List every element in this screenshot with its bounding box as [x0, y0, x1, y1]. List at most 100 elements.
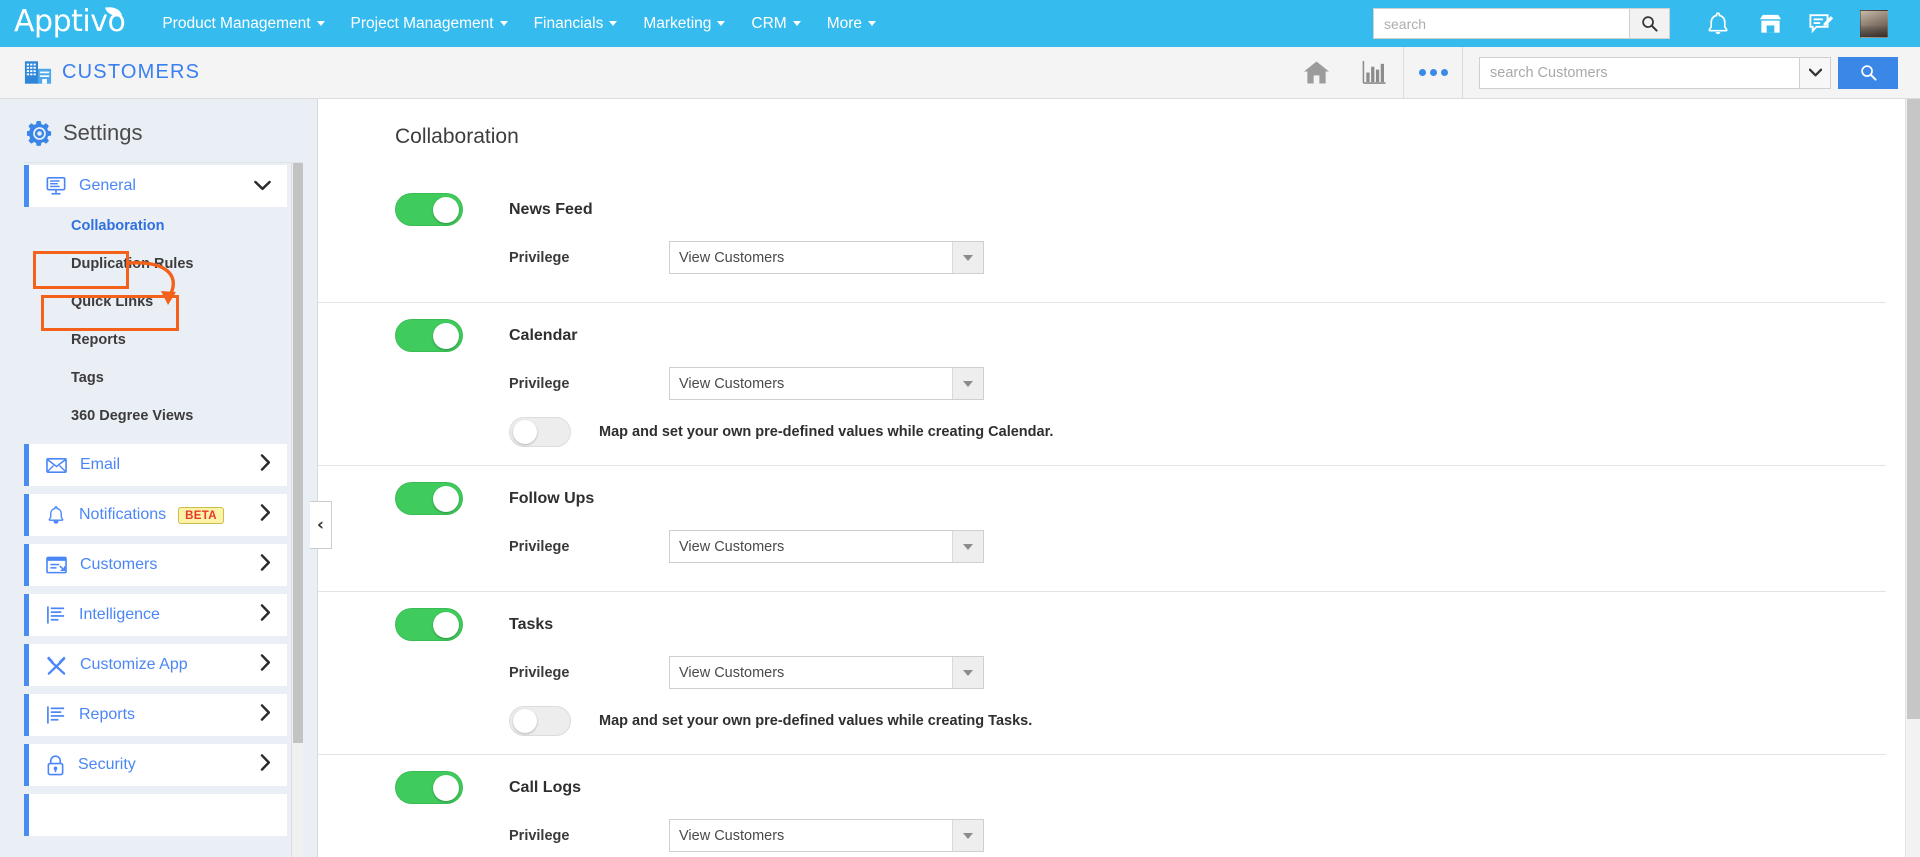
news-feed-toggle[interactable] [395, 193, 463, 226]
sidebar-item-partial[interactable] [24, 794, 287, 836]
sidebar-item-quick-links[interactable]: Quick Links [24, 283, 287, 321]
home-button[interactable] [1287, 47, 1345, 99]
privilege-label: Privilege [509, 664, 570, 681]
nav-label: More [826, 14, 863, 32]
privilege-label: Privilege [509, 827, 570, 844]
sidebar-scrollbar-thumb[interactable] [293, 163, 303, 743]
document-lines-icon [47, 606, 65, 624]
global-search-input[interactable] [1373, 8, 1629, 39]
section-call-logs: Call Logs Privilege View Customers [318, 755, 1886, 852]
chevron-down-icon [1808, 68, 1822, 77]
sidebar-item-collaboration[interactable]: Collaboration [24, 207, 287, 245]
nav-item-marketing[interactable]: Marketing [630, 9, 738, 39]
sidebar-item-intelligence[interactable]: Intelligence [24, 594, 287, 636]
settings-header: Settings [0, 99, 317, 162]
nav-item-product-management[interactable]: Product Management [149, 9, 337, 39]
tasks-privilege-select[interactable]: View Customers [669, 656, 984, 689]
sidebar-item-tags[interactable]: Tags [24, 359, 287, 397]
chevron-down-icon [254, 176, 271, 196]
follow-ups-toggle[interactable] [395, 482, 463, 515]
content-scrollbar[interactable] [1905, 99, 1920, 857]
toggle-knob [513, 709, 537, 733]
calendar-map-row: Map and set your own pre-defined values … [395, 400, 1886, 465]
reports-chart-button[interactable] [1345, 47, 1403, 99]
nav-item-crm[interactable]: CRM [738, 9, 813, 39]
user-avatar-button[interactable] [1848, 0, 1900, 47]
privilege-row: Privilege View Customers [395, 352, 1886, 400]
sidebar-item-security[interactable]: Security [24, 744, 287, 786]
store-icon [1759, 14, 1781, 33]
sidebar-item-reports-group[interactable]: Reports [24, 694, 287, 736]
more-options-button[interactable] [1404, 47, 1462, 99]
toolbar-divider [1462, 46, 1463, 99]
follow-ups-privilege-select[interactable]: View Customers [669, 530, 984, 563]
sidebar-item-360-degree-views[interactable]: 360 Degree Views [24, 397, 287, 435]
tasks-toggle[interactable] [395, 608, 463, 641]
call-logs-privilege-select[interactable]: View Customers [669, 819, 984, 852]
app-identity: CUSTOMERS [24, 60, 200, 85]
nav-item-financials[interactable]: Financials [521, 9, 631, 39]
tasks-map-toggle[interactable] [509, 706, 571, 736]
toggle-knob [433, 322, 459, 349]
privilege-row: Privilege View Customers [395, 226, 1886, 274]
app-toolbar: CUSTOMERS [0, 46, 1920, 99]
privilege-row: Privilege View Customers [395, 641, 1886, 689]
select-value: View Customers [679, 538, 785, 555]
nav-item-more[interactable]: More [814, 9, 889, 39]
tasks-map-text: Map and set your own pre-defined values … [599, 713, 1033, 729]
nav-label: Product Management [162, 14, 311, 32]
section-header-row: Call Logs [395, 755, 1886, 804]
notepad-pencil-icon [1809, 13, 1834, 33]
chevron-down-icon [952, 242, 983, 273]
calendar-toggle[interactable] [395, 319, 463, 352]
sidebar-groups: General Collaboration Duplication Rules … [24, 163, 287, 836]
sidebar-item-general[interactable]: General [24, 165, 287, 207]
sidebar-item-label: Intelligence [79, 606, 160, 623]
sidebar-item-email[interactable]: Email [24, 444, 287, 486]
sidebar-item-label: Customize App [80, 656, 188, 673]
sidebar-collapse-button[interactable]: ‹ [310, 501, 332, 549]
news-feed-privilege-select[interactable]: View Customers [669, 241, 984, 274]
global-search-button[interactable] [1629, 8, 1670, 39]
section-header-row: Tasks [395, 592, 1886, 641]
customers-search-button[interactable] [1838, 56, 1898, 89]
nav-item-project-management[interactable]: Project Management [338, 9, 521, 39]
sidebar-item-customize-app[interactable]: Customize App [24, 644, 287, 686]
sidebar-item-customers[interactable]: Customers [24, 544, 287, 586]
content-scrollbar-thumb[interactable] [1907, 99, 1920, 719]
app-store-button[interactable] [1744, 0, 1796, 47]
page-title: CUSTOMERS [62, 61, 201, 83]
sidebar-title: Settings [63, 120, 143, 145]
calendar-privilege-select[interactable]: View Customers [669, 367, 984, 400]
sidebar-item-duplication-rules[interactable]: Duplication Rules [24, 245, 287, 283]
apptivo-logo[interactable]: Apptivo [14, 4, 126, 40]
notifications-bell-button[interactable] [1692, 0, 1744, 47]
toggle-knob [433, 485, 459, 512]
toggle-knob [433, 196, 459, 223]
toggle-knob [433, 611, 459, 638]
chevron-down-icon [717, 21, 726, 26]
section-header-row: News Feed [395, 177, 1886, 226]
nav-label: Financials [533, 14, 604, 32]
chevron-down-icon [499, 21, 508, 26]
chevron-down-icon [952, 531, 983, 562]
building-icon [24, 61, 52, 84]
customers-search-scope-dropdown[interactable] [1799, 56, 1831, 89]
section-heading: Collaboration [395, 125, 519, 148]
sidebar-item-notifications[interactable]: Notifications BETA [24, 494, 287, 536]
sidebar-scrollbar[interactable] [291, 163, 303, 857]
gear-icon [27, 120, 52, 146]
collaboration-panel: Collaboration News Feed Privilege View C… [318, 99, 1920, 852]
status-badge: BETA [178, 506, 224, 524]
lock-icon [47, 754, 64, 775]
chevron-down-icon [609, 21, 618, 26]
section-tasks: Tasks Privilege View Customers Map and s… [318, 592, 1886, 755]
sidebar-item-reports[interactable]: Reports [24, 321, 287, 359]
page-body: Settings General Collaboration Duplicati… [0, 99, 1920, 857]
feedback-notepad-button[interactable] [1796, 0, 1848, 47]
calendar-map-toggle[interactable] [509, 417, 571, 447]
call-logs-toggle[interactable] [395, 771, 463, 804]
customers-search-input[interactable] [1479, 56, 1799, 89]
chevron-right-icon [260, 504, 271, 526]
chevron-down-icon [792, 21, 801, 26]
